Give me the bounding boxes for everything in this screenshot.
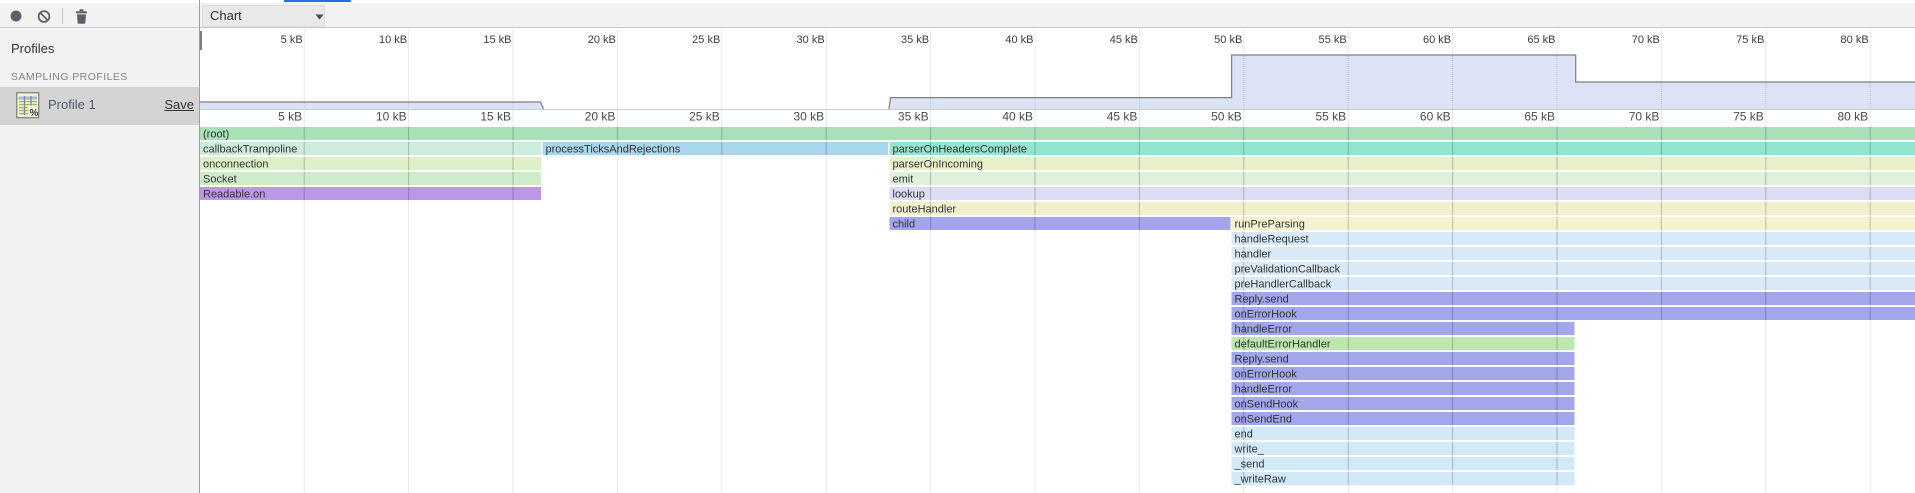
svg-text:defaultErrorHandler: defaultErrorHandler [1235,339,1331,351]
svg-text:handleError: handleError [1235,384,1293,396]
svg-text:%: % [30,108,39,119]
svg-text:40 kB: 40 kB [1005,34,1033,46]
svg-text:5 kB: 5 kB [278,110,302,124]
svg-text:(root): (root) [203,129,229,141]
svg-text:25 kB: 25 kB [689,110,720,124]
svg-text:20 kB: 20 kB [585,110,616,124]
svg-text:80 kB: 80 kB [1841,34,1869,46]
svg-text:end: end [1235,429,1253,441]
svg-text:25 kB: 25 kB [692,34,720,46]
svg-text:onSendEnd: onSendEnd [1235,414,1293,426]
svg-text:65 kB: 65 kB [1524,110,1555,124]
svg-text:handleRequest: handleRequest [1235,234,1309,246]
svg-text:70 kB: 70 kB [1632,34,1660,46]
svg-text:45 kB: 45 kB [1110,34,1138,46]
svg-text:35 kB: 35 kB [901,34,929,46]
svg-text:onErrorHook: onErrorHook [1235,309,1298,321]
svg-text:15 kB: 15 kB [483,34,511,46]
svg-text:30 kB: 30 kB [794,110,825,124]
svg-text:50 kB: 50 kB [1214,34,1242,46]
svg-text:65 kB: 65 kB [1527,34,1555,46]
svg-text:routeHandler: routeHandler [893,204,957,216]
svg-text:parserOnHeadersComplete: parserOnHeadersComplete [893,144,1028,156]
svg-text:lookup: lookup [893,189,925,201]
svg-text:emit: emit [893,174,914,186]
svg-text:40 kB: 40 kB [1002,110,1033,124]
svg-text:75 kB: 75 kB [1733,110,1764,124]
svg-text:_send: _send [1234,459,1265,471]
svg-text:5 kB: 5 kB [281,34,303,46]
svg-text:55 kB: 55 kB [1316,110,1347,124]
svg-text:45 kB: 45 kB [1107,110,1138,124]
svg-text:35 kB: 35 kB [898,110,929,124]
svg-text:preValidationCallback: preValidationCallback [1235,264,1341,276]
svg-text:parserOnIncoming: parserOnIncoming [893,159,984,171]
svg-text:20 kB: 20 kB [588,34,616,46]
svg-text:runPreParsing: runPreParsing [1235,219,1305,231]
svg-text:onconnection: onconnection [203,159,268,171]
svg-text:60 kB: 60 kB [1420,110,1451,124]
svg-text:Reply.send: Reply.send [1235,354,1289,366]
svg-text:Reply.send: Reply.send [1235,294,1289,306]
svg-text:10 kB: 10 kB [376,110,407,124]
svg-text:75 kB: 75 kB [1736,34,1764,46]
svg-text:onSendHook: onSendHook [1235,399,1299,411]
svg-text:preHandlerCallback: preHandlerCallback [1235,279,1332,291]
svg-text:handleError: handleError [1235,324,1293,336]
svg-text:10 kB: 10 kB [379,34,407,46]
svg-text:15 kB: 15 kB [480,110,511,124]
svg-text:Socket: Socket [203,174,237,186]
svg-text:onErrorHook: onErrorHook [1235,369,1298,381]
svg-text:handler: handler [1235,249,1272,261]
svg-text:50 kB: 50 kB [1211,110,1242,124]
svg-text:processTicksAndRejections: processTicksAndRejections [546,144,681,156]
svg-text:_writeRaw: _writeRaw [1234,474,1286,486]
svg-text:70 kB: 70 kB [1629,110,1660,124]
svg-text:child: child [893,219,916,231]
svg-text:write_: write_ [1234,444,1265,456]
svg-text:30 kB: 30 kB [797,34,825,46]
svg-text:80 kB: 80 kB [1838,110,1869,124]
svg-text:Readable.on: Readable.on [203,189,265,201]
svg-text:60 kB: 60 kB [1423,34,1451,46]
svg-text:55 kB: 55 kB [1319,34,1347,46]
svg-text:callbackTrampoline: callbackTrampoline [203,144,297,156]
